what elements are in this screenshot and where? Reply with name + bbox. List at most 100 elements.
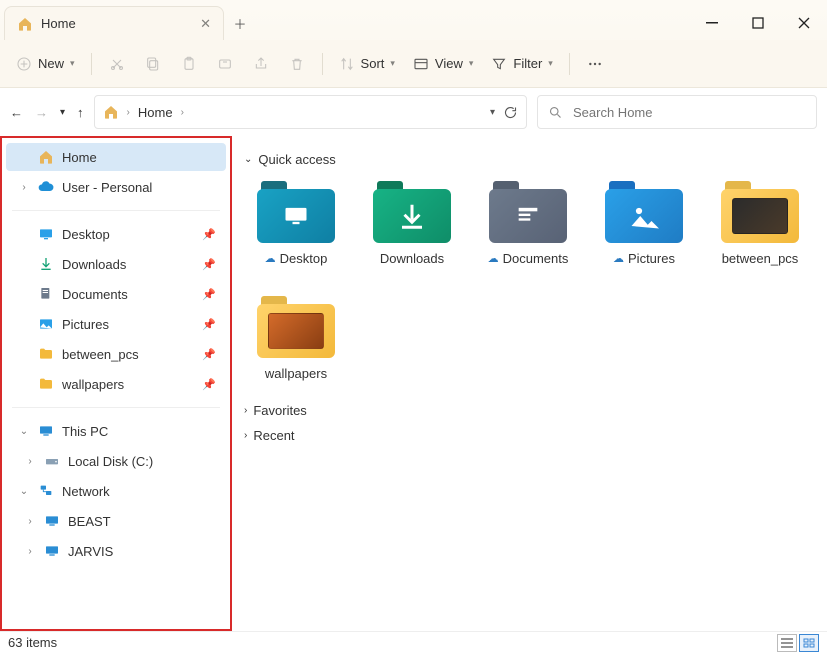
toolbar: New ▾ Sort ▾ View ▾ Filter ▾	[0, 40, 827, 88]
chevron-right-icon: ›	[244, 430, 247, 441]
close-button[interactable]	[781, 6, 827, 40]
maximize-button[interactable]	[735, 6, 781, 40]
filter-label: Filter	[513, 56, 542, 71]
copy-button[interactable]	[136, 48, 170, 80]
sidebar-item-label: This PC	[62, 424, 216, 439]
tile-label: between_pcs	[722, 251, 799, 266]
tile-documents[interactable]: ☁Documents	[484, 181, 572, 266]
search-icon	[548, 105, 563, 120]
folder-icon	[489, 181, 567, 243]
search-box[interactable]	[537, 95, 817, 129]
sidebar-item-label: Network	[62, 484, 216, 499]
new-tab-button[interactable]: ＋	[224, 6, 256, 40]
tile-desktop[interactable]: ☁Desktop	[252, 181, 340, 266]
sidebar-item-onedrive[interactable]: › User - Personal	[6, 173, 226, 201]
file-explorer-window: Home ✕ ＋ New ▾ Sort ▾ View	[0, 0, 827, 653]
body: Home › User - Personal Desktop 📌 Downloa…	[0, 136, 827, 631]
back-button[interactable]: ←	[10, 105, 23, 120]
address-dropdown-icon[interactable]: ▾	[490, 107, 495, 118]
expand-icon[interactable]: ›	[24, 516, 36, 527]
view-button[interactable]: View ▾	[405, 48, 481, 80]
sidebar-item-documents[interactable]: Documents 📌	[6, 280, 226, 308]
pc-icon	[38, 423, 54, 439]
home-icon	[103, 104, 119, 120]
tile-pictures[interactable]: ☁Pictures	[600, 181, 688, 266]
pin-icon[interactable]: 📌	[202, 348, 216, 361]
sidebar-item-network[interactable]: ⌄ Network	[6, 477, 226, 505]
expand-icon[interactable]: ›	[24, 546, 36, 557]
quick-access-grid: ☁Desktop Downloads ☁Documents ☁Pictures	[244, 177, 815, 399]
address-bar[interactable]: › Home › ▾	[94, 95, 527, 129]
drive-icon	[44, 453, 60, 469]
pin-icon[interactable]: 📌	[202, 288, 216, 301]
pictures-icon	[38, 316, 54, 332]
cloud-sync-icon: ☁	[488, 252, 499, 265]
sidebar-item-desktop[interactable]: Desktop 📌	[6, 220, 226, 248]
sidebar-item-localdisk[interactable]: › Local Disk (C:)	[6, 447, 226, 475]
section-favorites[interactable]: › Favorites	[244, 403, 815, 418]
paste-button[interactable]	[172, 48, 206, 80]
pin-icon[interactable]: 📌	[202, 318, 216, 331]
new-button[interactable]: New ▾	[8, 48, 83, 80]
pin-icon[interactable]: 📌	[202, 228, 216, 241]
folder-icon	[721, 181, 799, 243]
sidebar-item-label: Desktop	[62, 227, 194, 242]
sidebar-item-label: wallpapers	[62, 377, 194, 392]
sidebar-item-label: Downloads	[62, 257, 194, 272]
sidebar-item-pictures[interactable]: Pictures 📌	[6, 310, 226, 338]
breadcrumb-home[interactable]: Home	[138, 105, 173, 120]
tile-downloads[interactable]: Downloads	[368, 181, 456, 266]
titlebar: Home ✕ ＋	[0, 0, 827, 40]
home-icon	[38, 149, 54, 165]
sort-button[interactable]: Sort ▾	[331, 48, 403, 80]
more-button[interactable]	[578, 48, 612, 80]
cloud-sync-icon: ☁	[265, 252, 276, 265]
details-view-button[interactable]	[777, 634, 797, 652]
pin-icon[interactable]: 📌	[202, 378, 216, 391]
sidebar-item-label: Home	[62, 150, 216, 165]
sidebar-item-host-beast[interactable]: › BEAST	[6, 507, 226, 535]
minimize-button[interactable]	[689, 6, 735, 40]
search-input[interactable]	[573, 105, 806, 120]
close-tab-icon[interactable]: ✕	[200, 16, 211, 32]
forward-button[interactable]: →	[35, 105, 48, 120]
section-title: Quick access	[258, 152, 335, 167]
sidebar-item-label: JARVIS	[68, 544, 216, 559]
filter-button[interactable]: Filter ▾	[483, 48, 560, 80]
collapse-icon[interactable]: ⌄	[18, 426, 30, 437]
content-pane: ⌄ Quick access ☁Desktop Downloads ☁Docum…	[232, 136, 827, 631]
section-quick-access[interactable]: ⌄ Quick access	[244, 152, 815, 167]
share-button[interactable]	[244, 48, 278, 80]
sidebar-item-betweenpcs[interactable]: between_pcs 📌	[6, 340, 226, 368]
thumbnails-view-button[interactable]	[799, 634, 819, 652]
section-recent[interactable]: › Recent	[244, 428, 815, 443]
tile-wallpapers[interactable]: wallpapers	[252, 296, 340, 381]
sidebar-item-home[interactable]: Home	[6, 143, 226, 171]
pin-icon[interactable]: 📌	[202, 258, 216, 271]
sidebar-item-wallpapers[interactable]: wallpapers 📌	[6, 370, 226, 398]
refresh-button[interactable]	[503, 105, 518, 120]
tile-label: Downloads	[380, 251, 444, 266]
cut-button[interactable]	[100, 48, 134, 80]
sidebar-item-downloads[interactable]: Downloads 📌	[6, 250, 226, 278]
folder-icon	[373, 181, 451, 243]
nav-row: ← → ▾ ↑ › Home › ▾	[0, 88, 827, 136]
item-count: 63 items	[8, 635, 57, 650]
tile-betweenpcs[interactable]: between_pcs	[716, 181, 804, 266]
sidebar-item-label: User - Personal	[62, 180, 216, 195]
sidebar-item-thispc[interactable]: ⌄ This PC	[6, 417, 226, 445]
up-button[interactable]: ↑	[77, 105, 84, 120]
delete-button[interactable]	[280, 48, 314, 80]
folder-icon	[38, 376, 54, 392]
sidebar-item-label: Documents	[62, 287, 194, 302]
tile-label: Pictures	[628, 251, 675, 266]
tab-home[interactable]: Home ✕	[4, 6, 224, 40]
expand-icon[interactable]: ›	[18, 182, 30, 193]
rename-button[interactable]	[208, 48, 242, 80]
collapse-icon[interactable]: ⌄	[18, 486, 30, 497]
sidebar-item-host-jarvis[interactable]: › JARVIS	[6, 537, 226, 565]
documents-icon	[38, 286, 54, 302]
recent-dropdown[interactable]: ▾	[60, 107, 65, 118]
expand-icon[interactable]: ›	[24, 456, 36, 467]
computer-icon	[44, 513, 60, 529]
